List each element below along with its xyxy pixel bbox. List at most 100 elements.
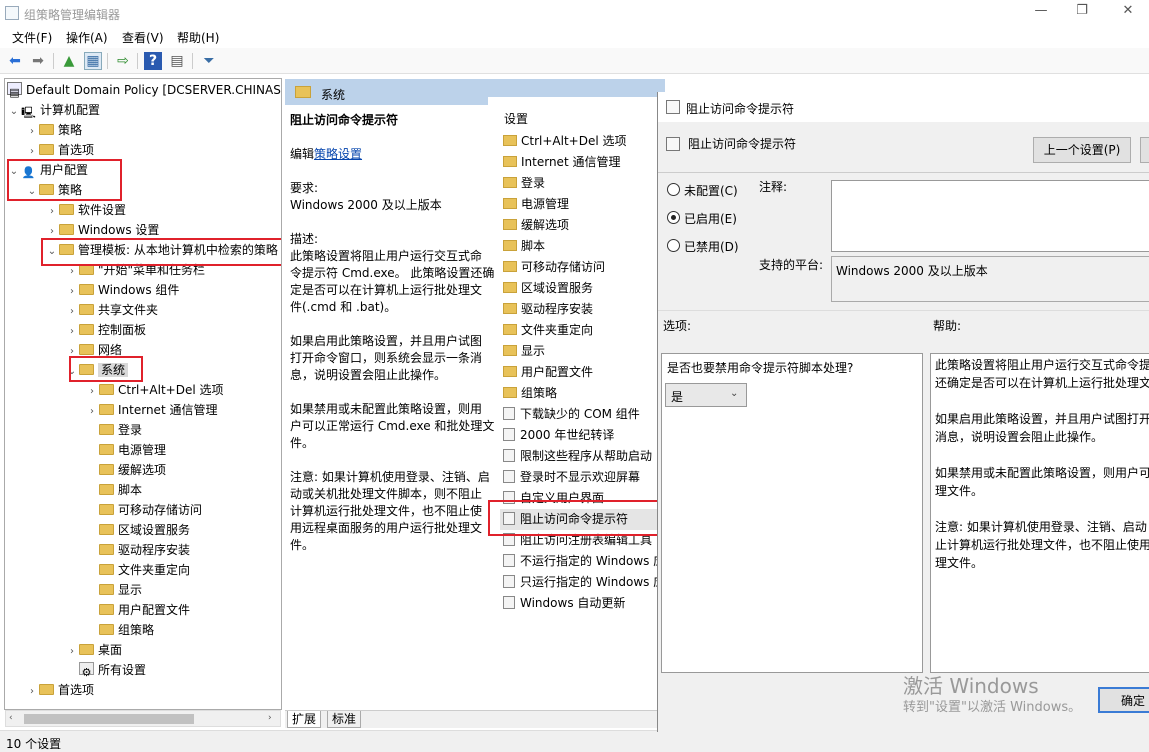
settings-row[interactable]: 登录	[500, 173, 660, 194]
menu-action[interactable]: 操作(A)	[66, 29, 108, 46]
option-select[interactable]: 是 ⌄	[665, 383, 747, 407]
options-panel: 是否也要禁用命令提示符脚本处理? 是 ⌄	[661, 353, 923, 673]
radio-not-configured-label[interactable]: 未配置(C)	[684, 182, 738, 199]
comment-textarea[interactable]	[831, 180, 1149, 252]
settings-row[interactable]: 只运行指定的 Windows 应用程序	[500, 572, 660, 593]
tree-item[interactable]: › 控制面板	[65, 320, 146, 340]
tree-item[interactable]: 组策略	[85, 620, 154, 640]
settings-row[interactable]: 2000 年世纪转译	[500, 425, 660, 446]
settings-row[interactable]: 区域设置服务	[500, 278, 660, 299]
policy-icon	[503, 596, 515, 609]
settings-row[interactable]: 登录时不显示欢迎屏幕	[500, 467, 660, 488]
tree-item[interactable]: › 桌面	[65, 640, 122, 660]
settings-row[interactable]: 限制这些程序从帮助启动	[500, 446, 660, 467]
settings-row[interactable]: 组策略	[500, 383, 660, 404]
settings-column-header[interactable]: 设置	[504, 110, 528, 127]
tree-item[interactable]: 可移动存储访问	[85, 500, 202, 520]
chevron-right-icon[interactable]: ›	[65, 322, 79, 342]
settings-row[interactable]: 文件夹重定向	[500, 320, 660, 341]
tree-item[interactable]: 用户配置文件	[85, 600, 190, 620]
description-label: 描述:	[290, 232, 319, 246]
settings-row[interactable]: Windows 自动更新	[500, 593, 660, 614]
radio-not-configured[interactable]	[667, 183, 680, 196]
close-button[interactable]: ✕	[1117, 3, 1139, 21]
settings-row[interactable]: Ctrl+Alt+Del 选项	[500, 131, 660, 152]
settings-row[interactable]: 可移动存储访问	[500, 257, 660, 278]
chevron-right-icon[interactable]: ›	[25, 682, 39, 702]
next-setting-button[interactable]	[1140, 137, 1149, 163]
forward-icon[interactable]: ➡	[29, 52, 47, 70]
properties-icon[interactable]: ▤	[168, 52, 186, 70]
tree-item[interactable]: 电源管理	[85, 440, 166, 460]
tree-item[interactable]: › Ctrl+Alt+Del 选项	[85, 380, 223, 400]
tab-extended[interactable]: 扩展	[287, 711, 322, 728]
tree-item[interactable]: 区域设置服务	[85, 520, 190, 540]
back-icon[interactable]: ⬅	[6, 52, 24, 70]
tree-item[interactable]: › Internet 通信管理	[85, 400, 217, 420]
settings-row[interactable]: 显示	[500, 341, 660, 362]
settings-row[interactable]: Internet 通信管理	[500, 152, 660, 173]
scroll-left-icon[interactable]: ‹	[9, 713, 13, 723]
tree-item[interactable]: › Windows 组件	[65, 280, 179, 300]
help-line: 止计算机运行批处理文件，也不阻止使用	[935, 538, 1149, 552]
scroll-right-icon[interactable]: ›	[268, 713, 272, 723]
tree-item[interactable]: › 策略	[25, 120, 82, 140]
settings-row[interactable]: 脚本	[500, 236, 660, 257]
edit-policy-link[interactable]: 策略设置	[314, 147, 362, 161]
tree-item[interactable]: 文件夹重定向	[85, 560, 190, 580]
status-text: 10 个设置	[6, 737, 62, 751]
folder-icon	[99, 624, 114, 635]
settings-row[interactable]: 不运行指定的 Windows 应用程序	[500, 551, 660, 572]
settings-row[interactable]: 缓解选项	[500, 215, 660, 236]
chevron-down-icon[interactable]: ⌄	[7, 102, 21, 122]
tree-item[interactable]: 显示	[85, 580, 142, 600]
chevron-right-icon[interactable]: ›	[85, 402, 99, 422]
scroll-thumb[interactable]	[24, 714, 194, 724]
up-folder-icon[interactable]: ▲	[60, 52, 78, 70]
radio-disabled[interactable]	[667, 239, 680, 252]
radio-enabled-label[interactable]: 已启用(E)	[684, 210, 737, 227]
help-icon[interactable]: ?	[144, 52, 162, 70]
tree-item[interactable]: 脚本	[85, 480, 142, 500]
minimize-button[interactable]: —	[1030, 3, 1052, 21]
activation-watermark-title: 激活 Windows	[903, 674, 1039, 698]
chevron-right-icon[interactable]: ›	[25, 122, 39, 142]
restore-button[interactable]: ❐	[1071, 3, 1093, 21]
chevron-right-icon[interactable]: ›	[65, 302, 79, 322]
export-list-icon[interactable]: ⇨	[114, 52, 132, 70]
radio-enabled[interactable]	[667, 211, 680, 224]
settings-row-label: 区域设置服务	[521, 281, 594, 295]
tree-horizontal-scrollbar[interactable]: ‹ ›	[5, 710, 281, 727]
folder-icon	[503, 303, 517, 314]
tree-item[interactable]: › 软件设置	[45, 200, 126, 220]
tree-item[interactable]: › 首选项	[25, 680, 94, 700]
description-line	[290, 452, 495, 469]
tree-item[interactable]: › 共享文件夹	[65, 300, 158, 320]
tree-item[interactable]: 缓解选项	[85, 460, 166, 480]
menu-help[interactable]: 帮助(H)	[177, 29, 219, 46]
tree-item-computer-config[interactable]: ⌄ 🖳 计算机配置	[7, 100, 100, 120]
ok-button[interactable]: 确定	[1098, 687, 1149, 713]
chevron-right-icon[interactable]: ›	[65, 282, 79, 302]
radio-disabled-label[interactable]: 已禁用(D)	[684, 238, 739, 255]
chevron-right-icon[interactable]: ›	[45, 202, 59, 222]
tree-item-root[interactable]: ▤ Default Domain Policy [DCSERVER.CHINASK	[7, 80, 281, 100]
menu-file[interactable]: 文件(F)	[12, 29, 52, 46]
tree-item[interactable]: 驱动程序安装	[85, 540, 190, 560]
tree-item[interactable]: › 首选项	[25, 140, 94, 160]
tree-item[interactable]: 登录	[85, 420, 142, 440]
filter-icon[interactable]: ⏷	[200, 52, 218, 70]
chevron-right-icon[interactable]: ›	[85, 382, 99, 402]
settings-row[interactable]: 下载缺少的 COM 组件	[500, 404, 660, 425]
chevron-right-icon[interactable]: ›	[65, 642, 79, 662]
tab-standard[interactable]: 标准	[327, 711, 362, 728]
settings-row[interactable]: 用户配置文件	[500, 362, 660, 383]
folder-icon	[79, 344, 94, 355]
tree-item[interactable]: › Windows 设置	[45, 220, 159, 240]
previous-setting-button[interactable]: 上一个设置(P)	[1033, 137, 1131, 163]
menu-view[interactable]: 查看(V)	[122, 29, 164, 46]
settings-row[interactable]: 电源管理	[500, 194, 660, 215]
settings-row[interactable]: 驱动程序安装	[500, 299, 660, 320]
tree-item[interactable]: ⚙ 所有设置	[65, 660, 146, 680]
show-hide-tree-icon[interactable]: ▦	[84, 52, 102, 70]
